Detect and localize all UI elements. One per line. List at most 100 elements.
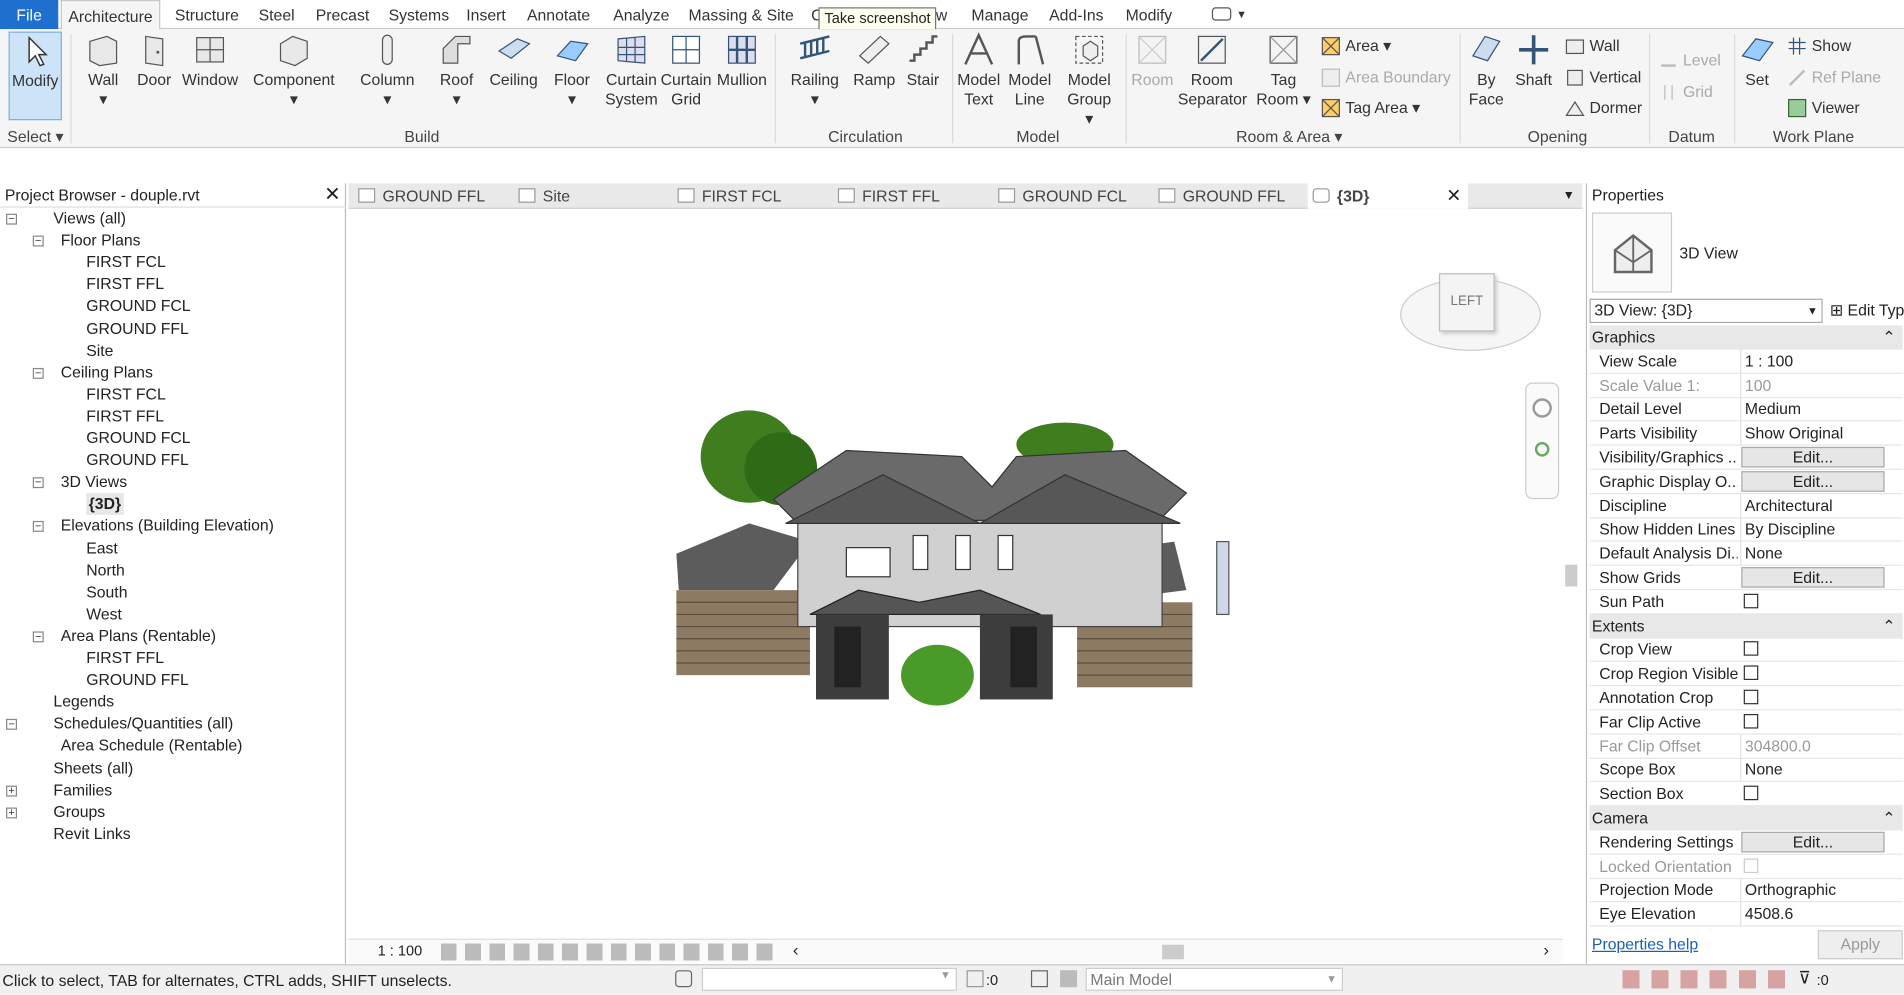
vertical-opening-button[interactable]: Vertical bbox=[1565, 68, 1641, 86]
collapse-icon[interactable]: − bbox=[6, 213, 18, 225]
browser-item-cp-first-fcl[interactable]: FIRST FCL bbox=[86, 383, 166, 405]
tab-precast[interactable]: Precast bbox=[316, 0, 370, 29]
browser-item-cp-ground-ffl[interactable]: GROUND FFL bbox=[86, 449, 189, 471]
browser-item-sheets[interactable]: Sheets (all) bbox=[53, 757, 133, 779]
expand-icon[interactable]: + bbox=[6, 785, 18, 797]
tab-ground-fcl[interactable]: GROUND FCL bbox=[993, 183, 1127, 209]
panel-toggle-icon[interactable] bbox=[1211, 7, 1232, 21]
apply-button[interactable]: Apply bbox=[1817, 930, 1903, 960]
worksets-icon[interactable] bbox=[675, 970, 693, 988]
ramp-button[interactable]: Ramp bbox=[850, 32, 899, 90]
tab-steel[interactable]: Steel bbox=[259, 0, 295, 29]
section-extents[interactable]: Extents ⌃ bbox=[1589, 613, 1903, 639]
section-camera[interactable]: Camera ⌃ bbox=[1589, 806, 1903, 831]
browser-item-elev-west[interactable]: West bbox=[86, 603, 122, 625]
railing-button[interactable]: Railing ▾ bbox=[787, 32, 843, 110]
ceiling-button[interactable]: Ceiling bbox=[486, 32, 542, 90]
browser-item-floor-plans[interactable]: Floor Plans bbox=[61, 230, 141, 252]
tab-architecture[interactable]: Architecture bbox=[60, 0, 161, 31]
roof-button[interactable]: Roof ▾ bbox=[432, 32, 481, 110]
collapse-section-icon[interactable]: ⌃ bbox=[1882, 614, 1895, 638]
edit-button[interactable]: Edit... bbox=[1741, 470, 1885, 492]
room-button[interactable]: Room bbox=[1129, 32, 1175, 90]
prop-value[interactable]: 304800.0 bbox=[1740, 734, 1888, 758]
tab-3d[interactable]: {3D} bbox=[1307, 183, 1469, 209]
collapse-section-icon[interactable]: ⌃ bbox=[1882, 325, 1895, 349]
dormer-button[interactable]: Dormer bbox=[1565, 98, 1642, 117]
collapse-section-icon[interactable]: ⌃ bbox=[1882, 806, 1895, 830]
browser-item-ap-first-ffl[interactable]: FIRST FFL bbox=[86, 647, 164, 669]
prop-value[interactable]: 4508.6 bbox=[1740, 902, 1888, 926]
close-tab-icon[interactable]: ✕ bbox=[1446, 183, 1461, 209]
prop-value[interactable]: Show Original bbox=[1740, 421, 1888, 445]
collapse-icon[interactable]: − bbox=[6, 719, 18, 731]
tab-systems[interactable]: Systems bbox=[389, 0, 450, 29]
scroll-right-icon[interactable]: › bbox=[1543, 940, 1549, 959]
checkbox[interactable] bbox=[1743, 641, 1759, 657]
curtain-grid-button[interactable]: Curtain Grid bbox=[661, 32, 712, 110]
collapse-icon[interactable]: − bbox=[32, 521, 44, 533]
tab-add-ins[interactable]: Add-Ins bbox=[1049, 0, 1103, 29]
browser-item-elevations[interactable]: Elevations (Building Elevation) bbox=[61, 515, 274, 537]
browser-item-elev-south[interactable]: South bbox=[86, 581, 127, 603]
browser-item-elev-east[interactable]: East bbox=[86, 537, 118, 559]
prop-value[interactable]: By Discipline bbox=[1740, 517, 1888, 541]
edit-button[interactable]: Edit... bbox=[1741, 831, 1885, 853]
zoom-icon[interactable] bbox=[1534, 442, 1550, 457]
door-button[interactable]: Door bbox=[134, 32, 175, 90]
edit-button[interactable]: Edit... bbox=[1741, 446, 1885, 468]
viewcube[interactable]: LEFT bbox=[1438, 273, 1495, 332]
tag-room-button[interactable]: Tag Room ▾ bbox=[1256, 32, 1312, 110]
area-boundary-button[interactable]: Area Boundary bbox=[1321, 68, 1451, 87]
checkbox[interactable] bbox=[1743, 593, 1759, 609]
browser-item-ap-ground-ffl[interactable]: GROUND FFL bbox=[86, 669, 189, 691]
model-line-button[interactable]: Model Line bbox=[1005, 32, 1054, 110]
properties-help-link[interactable]: Properties help bbox=[1592, 935, 1698, 953]
floor-button[interactable]: Floor ▾ bbox=[546, 32, 597, 110]
file-tab[interactable]: File bbox=[0, 0, 59, 30]
tab-site[interactable]: Site bbox=[514, 183, 570, 209]
vertical-scrollbar[interactable] bbox=[1563, 215, 1580, 939]
checkbox[interactable] bbox=[1743, 665, 1759, 681]
tab-modify[interactable]: Modify bbox=[1126, 0, 1173, 29]
collapse-icon[interactable]: − bbox=[32, 235, 44, 247]
tab-analyze[interactable]: Analyze bbox=[613, 0, 669, 29]
mullion-button[interactable]: Mullion bbox=[714, 32, 770, 90]
browser-item-3d-views[interactable]: 3D Views bbox=[61, 471, 127, 493]
checkbox[interactable] bbox=[1743, 858, 1759, 873]
selection-options-icons[interactable] bbox=[1622, 970, 1793, 989]
vertical-scroll-thumb[interactable] bbox=[1565, 564, 1578, 587]
tab-annotate[interactable]: Annotate bbox=[527, 0, 590, 29]
checkbox[interactable] bbox=[1743, 689, 1759, 705]
view-selector[interactable]: 3D View: {3D} ▼ bbox=[1589, 298, 1823, 324]
browser-item-elev-north[interactable]: North bbox=[86, 559, 125, 581]
browser-item-views-all[interactable]: Views (all) bbox=[53, 208, 126, 230]
curtain-system-button[interactable]: Curtain System bbox=[602, 32, 660, 110]
room-area-panel-label[interactable]: Room & Area ▾ bbox=[1236, 128, 1342, 147]
modify-button[interactable]: Modify bbox=[8, 31, 62, 121]
tab-first-ffl[interactable]: FIRST FFL bbox=[833, 183, 940, 209]
design-option-dropdown[interactable]: Main Model ▼ bbox=[1085, 967, 1344, 991]
column-button[interactable]: Column ▾ bbox=[357, 32, 418, 110]
browser-item-groups[interactable]: Groups bbox=[53, 801, 105, 823]
collapse-icon[interactable]: − bbox=[32, 631, 44, 643]
window-button[interactable]: Window bbox=[181, 32, 239, 90]
filter-icon[interactable]: ⊽ bbox=[1798, 968, 1810, 989]
tab-manage[interactable]: Manage bbox=[971, 0, 1028, 29]
collapse-icon[interactable]: − bbox=[32, 477, 44, 489]
tag-area-button[interactable]: Tag Area ▾ bbox=[1321, 98, 1420, 118]
navigation-bar[interactable] bbox=[1525, 382, 1560, 500]
close-icon[interactable]: ✕ bbox=[324, 183, 340, 207]
editable-only-icon[interactable] bbox=[966, 970, 984, 988]
prop-value[interactable]: Medium bbox=[1740, 397, 1888, 421]
prop-value[interactable]: 1 : 100 bbox=[1740, 349, 1888, 373]
wall-button[interactable]: Wall ▾ bbox=[80, 32, 126, 110]
browser-item-fp-ground-ffl[interactable]: GROUND FFL bbox=[86, 318, 189, 340]
house-3d-model[interactable] bbox=[664, 408, 1271, 736]
tab-ground-ffl[interactable]: GROUND FFL bbox=[353, 183, 485, 209]
tab-structure[interactable]: Structure bbox=[175, 0, 239, 29]
browser-item-area-plans[interactable]: Area Plans (Rentable) bbox=[61, 625, 216, 647]
tab-insert[interactable]: Insert bbox=[466, 0, 505, 29]
wall-opening-button[interactable]: Wall bbox=[1565, 36, 1620, 55]
expand-icon[interactable]: + bbox=[6, 807, 18, 819]
